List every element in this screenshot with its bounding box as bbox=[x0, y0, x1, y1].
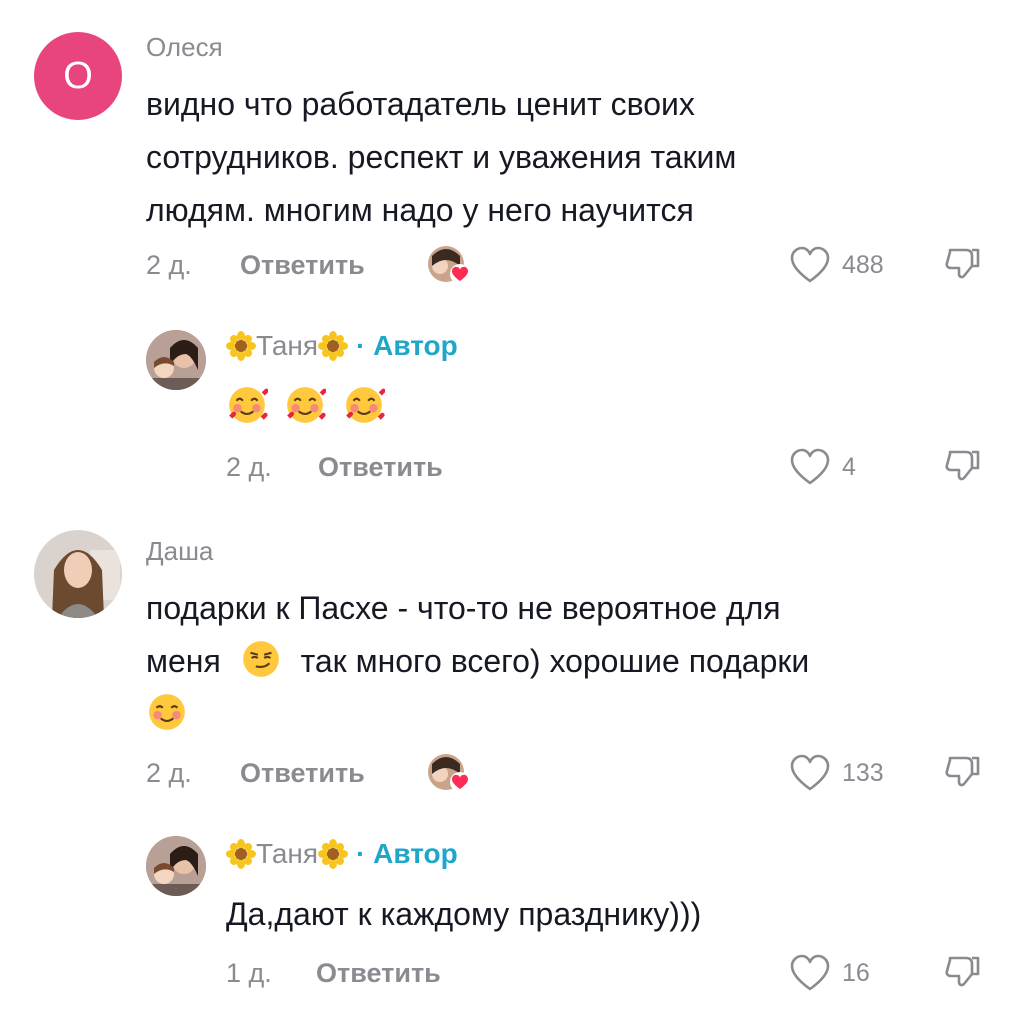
smiling-face-emoji bbox=[148, 693, 186, 731]
comment-time: 2 д. bbox=[146, 250, 192, 280]
avatar[interactable]: О bbox=[34, 32, 122, 120]
comment-text-line: сотрудников. респект и уважения таким bbox=[146, 139, 737, 175]
thumbs-down-icon[interactable] bbox=[944, 448, 982, 484]
reply-button[interactable]: Ответить bbox=[240, 758, 365, 789]
flower-emoji bbox=[226, 839, 256, 869]
author-liked-avatar-icon bbox=[426, 244, 474, 288]
reply-button[interactable]: Ответить bbox=[240, 250, 365, 281]
heart-outline-icon[interactable] bbox=[790, 954, 830, 992]
reply-text: Да,дают к каждому празднику))) bbox=[226, 896, 702, 932]
comment-username[interactable]: Даша bbox=[146, 536, 213, 567]
author-name-row: Таня · Автор bbox=[226, 330, 458, 362]
comment-text-fragment: меня bbox=[146, 643, 221, 679]
like-count: 16 bbox=[842, 959, 870, 987]
smirking-face-emoji bbox=[241, 640, 280, 678]
heart-outline-icon[interactable] bbox=[790, 754, 830, 792]
avatar-letter: О bbox=[63, 54, 93, 97]
like-count: 133 bbox=[842, 759, 884, 787]
thumbs-down-icon[interactable] bbox=[944, 246, 982, 282]
author-name[interactable]: Таня bbox=[256, 330, 318, 362]
comment-text-line: меня так много всего) хорошие подарки bbox=[146, 635, 1006, 688]
comment-text-fragment: так много всего) хорошие подарки bbox=[300, 643, 810, 679]
comment-text-line: видно что работадатель ценит своих bbox=[146, 86, 695, 122]
author-badge: · Автор bbox=[356, 838, 458, 869]
flower-emoji bbox=[318, 839, 349, 869]
heart-outline-icon[interactable] bbox=[790, 448, 830, 486]
author-name-row: Таня · Автор bbox=[226, 838, 458, 870]
smiling-face-with-hearts-emoji bbox=[345, 386, 385, 424]
smiling-face-with-hearts-emoji bbox=[286, 386, 327, 424]
like-count: 4 bbox=[842, 453, 856, 481]
reply-time: 1 д. bbox=[226, 958, 272, 988]
comment-time: 2 д. bbox=[146, 758, 192, 788]
reply-time: 2 д. bbox=[226, 452, 272, 482]
comment-text: видно что работадатель ценит своих сотру… bbox=[146, 78, 1006, 237]
author-avatar[interactable] bbox=[146, 836, 206, 896]
reply-emoji-text bbox=[226, 384, 385, 426]
thumbs-down-icon[interactable] bbox=[944, 954, 982, 990]
comment-text-line: подарки к Пасхе - что-то не вероятное дл… bbox=[146, 590, 781, 626]
thumbs-down-icon[interactable] bbox=[944, 754, 982, 790]
author-name[interactable]: Таня bbox=[256, 838, 318, 870]
author-badge: · Автор bbox=[356, 330, 458, 361]
flower-emoji bbox=[318, 331, 349, 361]
avatar[interactable] bbox=[34, 530, 122, 618]
author-avatar[interactable] bbox=[146, 330, 206, 390]
heart-outline-icon[interactable] bbox=[790, 246, 830, 284]
comment-text-line: людям. многим надо у него научится bbox=[146, 192, 694, 228]
reply-button[interactable]: Ответить bbox=[316, 958, 441, 989]
comment-text: подарки к Пасхе - что-то не вероятное дл… bbox=[146, 582, 1006, 741]
like-count: 488 bbox=[842, 251, 884, 279]
reply-button[interactable]: Ответить bbox=[318, 452, 443, 483]
smiling-face-with-hearts-emoji bbox=[228, 386, 268, 424]
author-liked-avatar-icon bbox=[426, 752, 474, 796]
comment-text-line bbox=[146, 688, 1006, 741]
flower-emoji bbox=[226, 331, 256, 361]
comment-username[interactable]: Олеся bbox=[146, 32, 223, 63]
